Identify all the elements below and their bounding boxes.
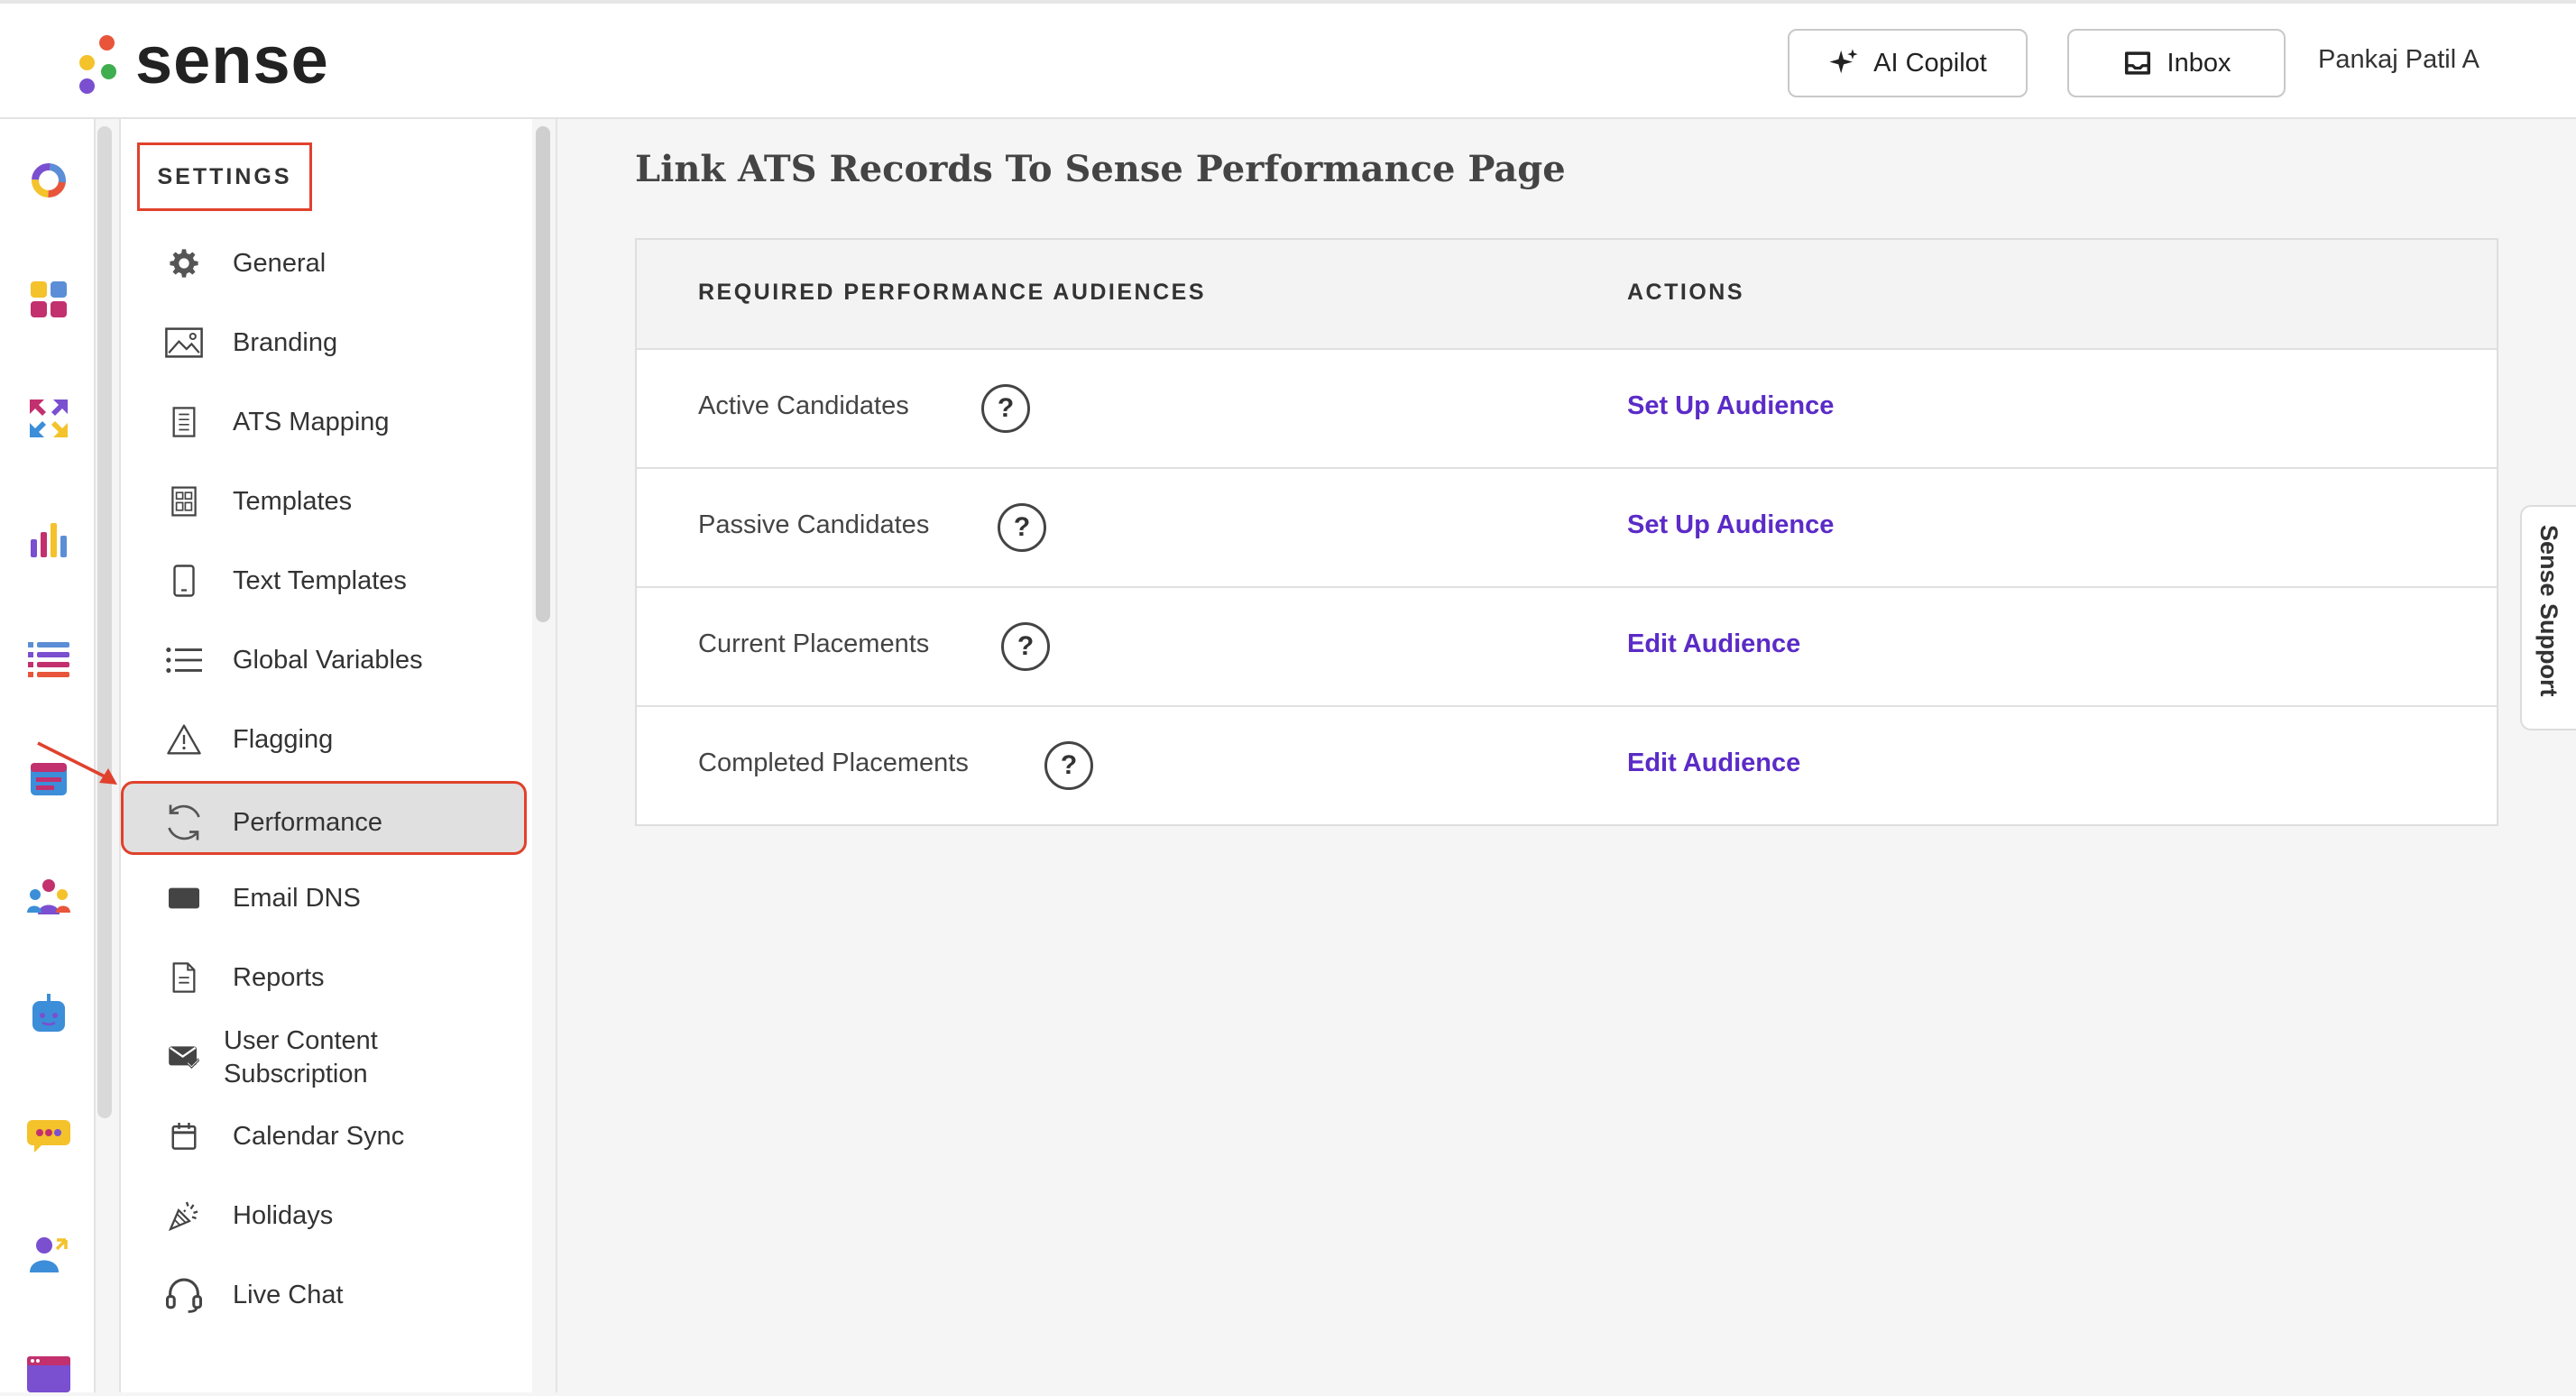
- user-menu[interactable]: Pankaj Patil A: [2318, 45, 2479, 75]
- inbox-tray-icon: [2124, 51, 2150, 75]
- settings-item-ats-mapping[interactable]: ATS Mapping: [162, 400, 541, 444]
- email-icon: [162, 877, 206, 920]
- template-icon: [162, 480, 206, 523]
- settings-item-email-dns[interactable]: Email DNS: [162, 877, 541, 920]
- set-up-audience-link[interactable]: Set Up Audience: [1627, 391, 1834, 421]
- settings-item-holidays[interactable]: Holidays: [162, 1194, 541, 1237]
- image-icon: [162, 321, 206, 364]
- document-icon: [162, 400, 206, 444]
- table-row: Completed Placements ? Edit Audience: [637, 707, 2497, 826]
- dashboard-ring-icon[interactable]: [25, 157, 72, 204]
- settings-item-user-content-subscription[interactable]: User Content Subscription: [162, 1024, 541, 1091]
- audience-name: Current Placements: [698, 629, 930, 658]
- help-icon[interactable]: ?: [998, 503, 1046, 552]
- settings-scrollbar[interactable]: [536, 126, 550, 622]
- sparkle-icon: [1829, 49, 1858, 74]
- list-icon: [162, 638, 206, 682]
- audience-name: Passive Candidates: [698, 510, 930, 539]
- phone-icon: [162, 559, 206, 602]
- settings-item-calendar-sync[interactable]: Calendar Sync: [162, 1115, 541, 1158]
- table-row: Current Placements ? Edit Audience: [637, 588, 2497, 707]
- settings-item-flagging[interactable]: Flagging: [162, 718, 541, 761]
- top-header: sense AI Copilot Inbox Pankaj Patil A: [0, 0, 2576, 119]
- sense-support-label: Sense Support: [2535, 525, 2562, 697]
- ai-copilot-label: AI Copilot: [1873, 48, 1987, 78]
- apps-grid-icon[interactable]: [25, 276, 72, 323]
- help-icon[interactable]: ?: [1001, 622, 1050, 671]
- column-header-audiences: REQUIRED PERFORMANCE AUDIENCES: [698, 280, 1207, 305]
- sync-arrows-icon[interactable]: [25, 395, 72, 442]
- settings-item-label: Flagging: [233, 724, 334, 754]
- panel-divider: [556, 119, 557, 1392]
- logo-text: sense: [135, 23, 329, 97]
- refresh-icon: [162, 801, 206, 844]
- settings-title: SETTINGS: [137, 142, 312, 211]
- settings-item-label: Global Variables: [233, 645, 423, 675]
- settings-item-performance[interactable]: Performance: [162, 801, 541, 844]
- logo-dots-icon: [70, 24, 123, 96]
- settings-item-general[interactable]: General: [162, 242, 541, 285]
- edit-audience-link[interactable]: Edit Audience: [1627, 629, 1800, 659]
- settings-item-label: Reports: [233, 962, 325, 992]
- ai-copilot-button[interactable]: AI Copilot: [1788, 29, 2028, 97]
- inbox-button[interactable]: Inbox: [2067, 29, 2286, 97]
- messages-icon[interactable]: [25, 1111, 72, 1158]
- settings-item-label: Live Chat: [233, 1280, 344, 1309]
- table-header: REQUIRED PERFORMANCE AUDIENCES ACTIONS: [637, 240, 2497, 350]
- rail-scrollbar[interactable]: [97, 126, 112, 1118]
- settings-item-live-chat[interactable]: Live Chat: [162, 1273, 541, 1317]
- team-icon[interactable]: [25, 873, 72, 920]
- settings-item-reports[interactable]: Reports: [162, 956, 541, 999]
- settings-item-label: ATS Mapping: [233, 407, 390, 436]
- confetti-icon: [162, 1194, 206, 1237]
- chatbot-icon[interactable]: [25, 992, 72, 1039]
- column-header-actions: ACTIONS: [1627, 280, 1744, 305]
- audience-name: Active Candidates: [698, 391, 909, 420]
- settings-item-label: Performance: [233, 807, 383, 837]
- settings-item-text-templates[interactable]: Text Templates: [162, 559, 541, 602]
- table-row: Active Candidates ? Set Up Audience: [637, 350, 2497, 469]
- settings-item-global-variables[interactable]: Global Variables: [162, 638, 541, 682]
- help-icon[interactable]: ?: [1044, 741, 1093, 790]
- help-icon[interactable]: ?: [981, 384, 1030, 433]
- settings-item-label: User Content Subscription: [224, 1026, 378, 1088]
- mail-check-icon: [162, 1036, 206, 1079]
- report-icon: [162, 956, 206, 999]
- table-row: Passive Candidates ? Set Up Audience: [637, 469, 2497, 588]
- settings-item-label: Holidays: [233, 1200, 334, 1230]
- sense-logo[interactable]: sense: [70, 20, 329, 101]
- calendar-icon: [162, 1115, 206, 1158]
- audiences-table: REQUIRED PERFORMANCE AUDIENCES ACTIONS A…: [635, 238, 2498, 826]
- audience-name: Completed Placements: [698, 749, 969, 777]
- gear-icon: [162, 242, 206, 285]
- list-icon[interactable]: [25, 635, 72, 682]
- settings-item-label: General: [233, 248, 327, 278]
- page-title: Link ATS Records To Sense Performance Pa…: [635, 148, 1566, 190]
- settings-item-label: Branding: [233, 327, 338, 357]
- set-up-audience-link[interactable]: Set Up Audience: [1627, 510, 1834, 540]
- headset-icon: [162, 1273, 206, 1317]
- sense-support-tab[interactable]: Sense Support: [2520, 505, 2576, 730]
- settings-item-label: Calendar Sync: [233, 1121, 405, 1151]
- settings-item-templates[interactable]: Templates: [162, 480, 541, 523]
- inbox-label: Inbox: [2167, 48, 2231, 78]
- warning-icon: [162, 718, 206, 761]
- edit-audience-link[interactable]: Edit Audience: [1627, 749, 1800, 778]
- annotation-arrow-icon: [37, 741, 117, 785]
- settings-item-label: Templates: [233, 486, 353, 516]
- settings-item-label: Text Templates: [233, 565, 407, 595]
- bar-chart-icon[interactable]: [25, 516, 72, 563]
- settings-item-branding[interactable]: Branding: [162, 321, 541, 364]
- browser-window-icon[interactable]: [25, 1349, 72, 1396]
- user-referral-icon[interactable]: [25, 1230, 72, 1277]
- settings-item-label: Email DNS: [233, 883, 361, 913]
